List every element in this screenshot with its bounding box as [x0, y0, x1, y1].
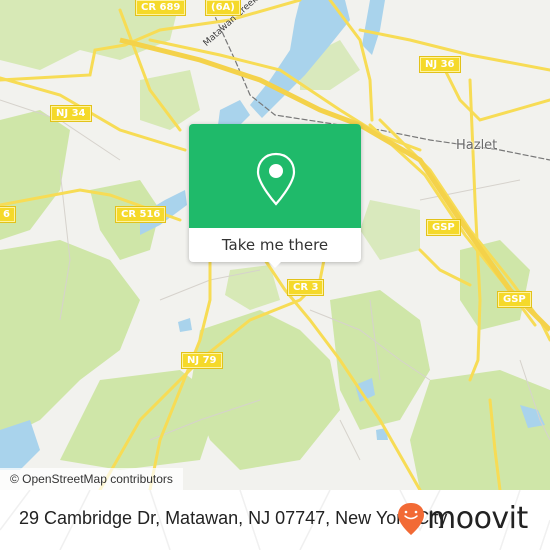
map-view[interactable]: Matawan Creek Hazlet CR 689 (6A) NJ 36 N… [0, 0, 550, 490]
place-label-hazlet: Hazlet [456, 138, 498, 153]
popup-header [189, 124, 361, 228]
moovit-pin-icon [398, 503, 424, 535]
road-shield-cr-3: CR 3 [286, 279, 325, 296]
road-shield-cr-689: CR 689 [134, 0, 187, 16]
road-shield-gsp: GSP [497, 291, 532, 308]
road-shield-cr-516: CR 516 [114, 206, 167, 223]
road-shield-nj-34: NJ 34 [50, 105, 92, 122]
popup-pointer [267, 260, 283, 268]
destination-popup[interactable]: Take me there [189, 124, 361, 268]
road-shield-nj-79: NJ 79 [181, 352, 223, 369]
moovit-wordmark: moovit [427, 501, 528, 536]
road-shield-6a: (6A) [205, 0, 241, 16]
take-me-there-button[interactable]: Take me there [189, 228, 361, 262]
road-shield-cr-516-edge: 6 [0, 206, 16, 223]
road-shield-gsp: GSP [426, 219, 461, 236]
map-pin-icon [256, 152, 296, 206]
moovit-logo[interactable]: moovit [397, 502, 528, 536]
map-attribution[interactable]: © OpenStreetMap contributors [0, 468, 183, 490]
address-text: 29 Cambridge Dr, Matawan, NJ 07747, New … [19, 508, 448, 528]
footer-bar: 29 Cambridge Dr, Matawan, NJ 07747, New … [0, 490, 550, 550]
road-shield-nj-36: NJ 36 [419, 56, 461, 73]
